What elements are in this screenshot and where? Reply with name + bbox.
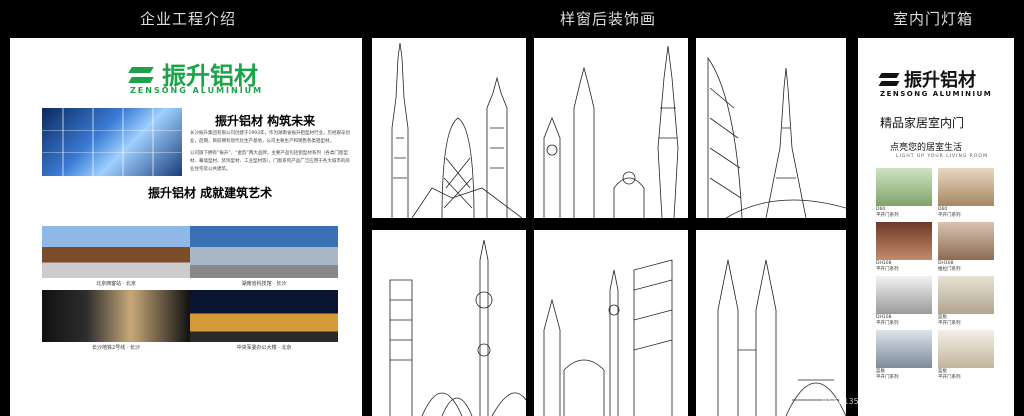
- door-label-6: 蓝板 平开门系列: [938, 315, 961, 326]
- door-label-2: D60 平开门系列: [938, 207, 961, 218]
- sketch-pearltower-opera: [372, 230, 526, 416]
- door-photo-2: [938, 168, 994, 206]
- headline-art: 振升铝材 成就建筑艺术: [148, 186, 273, 200]
- caption-2: 湖南省科技馆 · 长沙: [241, 281, 287, 287]
- right-brand-mark-icon: [878, 69, 900, 89]
- glass-building-photo: [42, 108, 182, 176]
- headline-future: 振升铝材 构筑未来: [215, 114, 316, 128]
- right-title: 精品家居室内门: [880, 116, 965, 130]
- right-brand-subtitle: ZENSONG ALUMINIUM: [880, 90, 993, 98]
- door-photo-4: [938, 222, 994, 260]
- section-title-middle: 样窗后装饰画: [560, 10, 657, 28]
- door-label-1: D60 平开门系列: [876, 207, 899, 218]
- brand-subtitle: ZENSONG ALUMINIUM: [130, 86, 264, 95]
- right-slogan: 点亮您的居室生活: [890, 143, 963, 153]
- door-photo-6: [938, 276, 994, 314]
- door-label-3: DH108 平开门系列: [876, 261, 899, 272]
- hunan-science-museum-photo: [190, 226, 338, 278]
- door-photo-3: [876, 222, 932, 260]
- caption-1: 北京西客站 · 北京: [96, 281, 136, 287]
- central-military-building-photo: [190, 290, 338, 342]
- beijing-west-station-photo: [42, 226, 190, 278]
- right-slogan-en: LIGHT UP YOUR LIVING ROOM: [896, 154, 988, 159]
- right-brand-name: 振升铝材: [904, 70, 976, 91]
- caption-4: 中央军委办公大楼 · 北京: [236, 345, 292, 351]
- watermark: 昵图网 www.nipic.com: [14, 396, 126, 412]
- sketch-cathedral-skyscraper: [534, 230, 688, 416]
- image-id-line: ID:601351 NO:20161015101059777000: [822, 397, 983, 406]
- brand-mark-icon: [128, 61, 156, 87]
- sketch-burjalarab-eiffel: [696, 38, 846, 218]
- caption-3: 长沙地铁2号线 · 长沙: [92, 345, 140, 351]
- door-label-8: 蓝板 平开门系列: [938, 369, 961, 380]
- sketch-burj-gherkin: [372, 38, 526, 218]
- door-label-4: DH108 推拉门系列: [938, 261, 961, 272]
- interior-door-lightbox-panel: 振升铝材 ZENSONG ALUMINIUM 精品家居室内门 点亮您的居室生活 …: [858, 38, 1014, 416]
- door-label-5: DH108 平开门系列: [876, 315, 899, 326]
- sketch-bigben-cantontower: [534, 38, 688, 218]
- section-title-right: 室内门灯箱: [893, 10, 974, 28]
- door-photo-8: [938, 330, 994, 368]
- door-label-7: 蓝板 平开门系列: [876, 369, 899, 380]
- door-photo-1: [876, 168, 932, 206]
- watermark-name: 昵图网: [14, 398, 47, 411]
- watermark-url: www.nipic.com: [51, 400, 127, 411]
- right-brand-logo: 振升铝材: [878, 66, 976, 92]
- door-photo-5: [876, 276, 932, 314]
- section-title-left: 企业工程介绍: [140, 10, 237, 28]
- changsha-metro-photo: [42, 290, 190, 342]
- intro-paragraph-1: 长沙振升集团有限公司创建于1993年，作为湖南省振升铝型材行业，历经艰辛创业，后…: [190, 131, 350, 144]
- intro-paragraph-2: 公司旗下拥有“振升”、“金韵”两大品牌，主要产品包括铝型材系列（各类门窗型材、幕…: [190, 151, 350, 172]
- door-photo-7: [876, 330, 932, 368]
- company-intro-panel: 振升铝材 ZENSONG ALUMINIUM 振升铝材 构筑未来 长沙振升集团有…: [10, 38, 362, 416]
- sketch-petronas-dome: [696, 230, 846, 416]
